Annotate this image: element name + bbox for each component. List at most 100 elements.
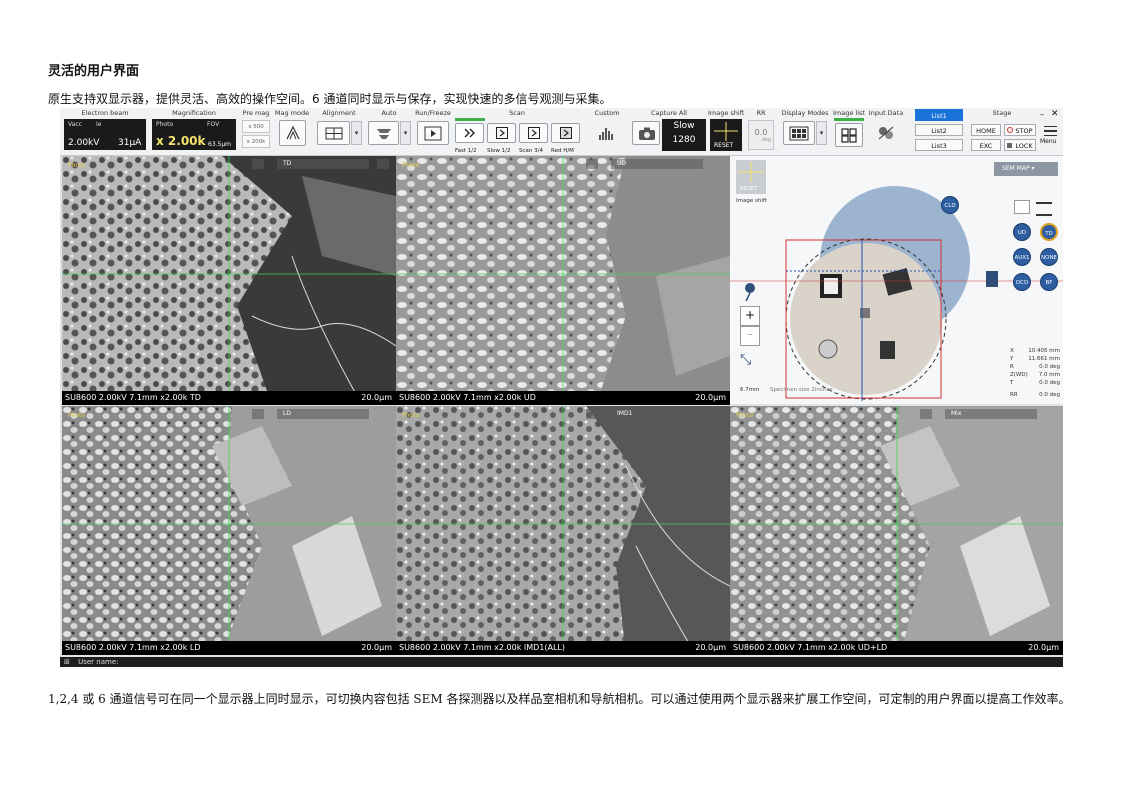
map-zoom-in-button[interactable]: + (740, 306, 760, 326)
scan-red-button[interactable] (551, 123, 580, 143)
map-camera-icon[interactable] (1014, 200, 1030, 214)
run-freeze-label: Run/Freeze (415, 109, 451, 117)
panel-photo-label: Photo (68, 162, 86, 169)
panel-play-icon[interactable] (920, 409, 932, 419)
capture-button[interactable] (632, 121, 660, 145)
pre-mag-500-button[interactable]: x 500 (242, 120, 270, 133)
image-list-button[interactable] (835, 123, 863, 147)
fov-value: 63.5μm (208, 141, 232, 148)
coord-r-value: 0.0 deg (1039, 364, 1060, 370)
alignment-button[interactable] (317, 121, 350, 145)
scan-active-indicator (455, 118, 485, 121)
map-bf-button[interactable]: BF (1040, 273, 1058, 291)
reduced-scan-icon (560, 127, 572, 139)
outro-paragraph: 1,2,4 或 6 通道信号可在同一个显示器上同时显示，可切换内容包括 SEM … (48, 692, 1071, 706)
scan-fast-button[interactable] (455, 123, 484, 143)
pre-mag-group: Pre mag x 500 x 200k (241, 108, 271, 155)
scan-34-button[interactable] (519, 123, 548, 143)
panel-signal-tag[interactable]: Mix (945, 409, 1037, 419)
map-cld-button[interactable]: CLD (941, 196, 959, 214)
map-coordinates: X 10.405 mm Y 11.661 mm R 0.0 deg Z(WD) 7.0 … (1010, 348, 1060, 400)
image-panel-ld[interactable]: Photo LD SU8600 2.00kV 7.1mm x2.00k LD 2… (62, 406, 396, 655)
grid-icon[interactable]: ⊞ (64, 658, 70, 666)
section-title: 灵活的用户界面 (48, 64, 140, 79)
sem-map-panel[interactable]: RESET Image shift SEM MAP ▾ CLD UD TD AU… (730, 156, 1063, 404)
image-list-group: Image list (832, 108, 866, 155)
map-aux1-button[interactable]: AUX1 (1013, 248, 1031, 266)
map-fit-icon[interactable]: ⤡ (740, 352, 751, 368)
panel-footer: SU8600 2.00kV 7.1mm x2.00k LD 20.0μm (62, 641, 396, 655)
list2-button[interactable]: List2 (915, 124, 963, 136)
panel-lock-icon[interactable] (377, 159, 389, 169)
sem-image-imd1 (396, 406, 730, 655)
auto-dropdown[interactable]: ▾ (400, 121, 411, 145)
panel-signal-tag[interactable]: IMD1 (611, 409, 703, 419)
panel-signal-tag[interactable]: LD (277, 409, 369, 419)
panel-scale-bar: 20.0μm (1028, 643, 1059, 652)
display-modes-dropdown[interactable]: ▾ (816, 121, 827, 145)
map-menu-icon[interactable] (1036, 202, 1052, 216)
map-none-button[interactable]: NONE (1040, 248, 1058, 266)
map-td-button[interactable]: TD (1040, 223, 1058, 241)
stop-icon (1007, 127, 1013, 133)
panel-scale-bar: 20.0μm (361, 393, 392, 402)
image-panel-mix[interactable]: Photo Mix SU8600 2.00kV 7.1mm x2.00k UD+… (730, 406, 1063, 655)
alignment-dropdown[interactable]: ▾ (351, 121, 362, 145)
image-panel-td[interactable]: Photo TD SU8600 2.00kV 7.1mm x2.00k TD 2… (62, 156, 396, 405)
stage-lock-button[interactable]: LOCK (1004, 139, 1036, 151)
electron-beam-readout[interactable]: Vacc Ie 2.00kV 31μA (64, 119, 146, 150)
list1-button[interactable]: List1 (915, 109, 963, 121)
panel-play-icon[interactable] (586, 159, 598, 169)
mag-mode-button[interactable] (279, 120, 306, 146)
coord-z-label: Z(WD) (1010, 372, 1028, 378)
stage-home-button[interactable]: HOME (971, 124, 1001, 136)
display-modes-button[interactable] (783, 121, 815, 145)
image-shift-reset-button[interactable]: RESET (710, 119, 742, 151)
coord-x-value: 10.405 mm (1028, 348, 1060, 354)
capture-speed-readout[interactable]: Slow 1280 (662, 119, 706, 151)
image-panel-imd1[interactable]: Photo IMD1 SU8600 2.00kV 7.1mm x2.00k IM… (396, 406, 730, 655)
rr-input[interactable]: 0.0 deg (748, 120, 774, 150)
scan-group: Scan Fast 1/2 Slow 1/2 Scan 3/4 Red H/M (453, 108, 581, 155)
menu-icon[interactable] (1044, 126, 1057, 136)
panel-play-icon[interactable] (586, 409, 598, 419)
capture-speed: Slow (673, 121, 695, 131)
auto-button[interactable] (368, 121, 399, 145)
intro-paragraph: 原生支持双显示器，提供灵活、高效的操作空间。6 通道同时显示与保存，实现快速的多… (48, 92, 612, 106)
panel-footer: SU8600 2.00kV 7.1mm x2.00k UD+LD 20.0μm (730, 641, 1063, 655)
vacc-label: Vacc (68, 121, 82, 128)
magnification-readout[interactable]: Photo FOV x 2.00k 63.5μm (152, 119, 236, 150)
slow-scan-icon (496, 127, 508, 139)
panel-play-icon[interactable] (252, 409, 264, 419)
stage-exc-button[interactable]: EXC (971, 139, 1001, 151)
fast-forward-icon (464, 128, 475, 138)
panel-signal-tag[interactable]: TD (277, 159, 369, 169)
image-panel-ud[interactable]: Photo UD SU8600 2.00kV 7.1mm x2.00k UD 2… (396, 156, 730, 405)
scan-slow12-button[interactable] (487, 123, 516, 143)
coord-y-value: 11.661 mm (1028, 356, 1060, 362)
status-bar: ⊞ User name: (60, 657, 1063, 667)
lists-group: List1 List2 List3 (914, 108, 964, 155)
panel-footer-info: SU8600 2.00kV 7.1mm x2.00k IMD1(ALL) (399, 643, 566, 652)
lock-icon (1007, 143, 1012, 148)
toolbar: Electron beam Vacc Ie 2.00kV 31μA Magnif… (60, 108, 1063, 156)
input-data-button[interactable] (872, 121, 900, 145)
pre-mag-200k-button[interactable]: x 200k (242, 135, 270, 148)
panel-photo-label: Photo (402, 412, 420, 419)
panel-signal-tag[interactable]: UD (611, 159, 703, 169)
image-shift-group: Image shift RESET (708, 108, 744, 155)
close-icon[interactable]: ✕ (1051, 109, 1059, 119)
panel-play-icon[interactable] (252, 159, 264, 169)
scan-label: Scan (509, 109, 525, 117)
map-ud-button[interactable]: UD (1013, 223, 1031, 241)
grid-layout-icon (789, 126, 809, 141)
camera-icon (639, 127, 655, 140)
stage-stop-button[interactable]: STOP (1004, 124, 1036, 136)
custom-button[interactable] (593, 121, 621, 145)
minimize-icon[interactable]: – (1040, 110, 1044, 119)
run-freeze-button[interactable] (417, 121, 449, 145)
vacc-value: 2.00kV (68, 138, 100, 148)
map-ocd-button[interactable]: OCD (1013, 273, 1031, 291)
map-zoom-out-button[interactable]: – (740, 326, 760, 346)
list3-button[interactable]: List3 (915, 139, 963, 151)
